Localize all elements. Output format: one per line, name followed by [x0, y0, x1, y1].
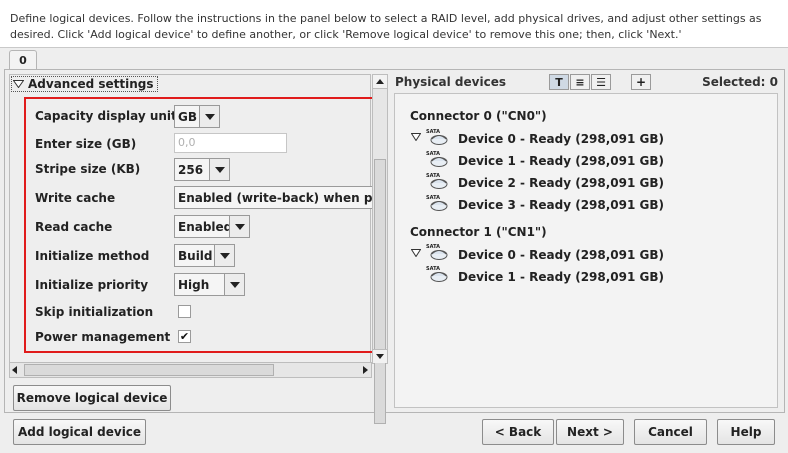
expand-triangle-icon[interactable] [411, 133, 421, 141]
sata-disk-icon: SATA [426, 265, 448, 283]
vertical-scroll-thumb[interactable] [374, 159, 386, 424]
svg-text:SATA: SATA [426, 173, 440, 179]
collapse-triangle-icon [13, 80, 24, 88]
add-logical-device-button[interactable]: Add logical device [13, 419, 146, 445]
connector-1-label: Connector 1 ("CN1") [410, 225, 547, 239]
scroll-right-arrow-icon[interactable] [363, 366, 368, 374]
next-button[interactable]: Next > [556, 419, 624, 445]
detail-view-icon[interactable]: ☰ [591, 74, 611, 90]
svg-text:SATA: SATA [426, 151, 440, 157]
tab-logical-device-0[interactable]: 0 [9, 50, 37, 70]
advanced-settings-label: Advanced settings [28, 77, 154, 91]
vertical-scrollbar[interactable] [372, 74, 388, 424]
selected-count: Selected: 0 [702, 75, 778, 89]
back-button[interactable]: < Back [482, 419, 554, 445]
chevron-down-icon[interactable] [214, 245, 234, 266]
svg-text:SATA: SATA [426, 266, 440, 272]
view-mode-buttons: T ≡ ☰ [549, 74, 611, 90]
initialize-priority-select[interactable]: High [174, 273, 245, 296]
device-cn0-1[interactable]: Device 1 - Ready (298,091 GB) [458, 154, 664, 168]
write-cache-select[interactable]: Enabled (write-back) when protect [174, 186, 372, 209]
power-management-checkbox[interactable]: ✔ [178, 330, 191, 343]
instructions-text: Define logical devices. Follow the instr… [0, 0, 788, 48]
read-cache-value: Enabled [178, 219, 229, 234]
capacity-units-value: GB [178, 109, 197, 124]
chevron-down-icon[interactable] [199, 106, 219, 127]
sata-disk-icon: SATA [426, 172, 448, 190]
physical-devices-title: Physical devices [395, 75, 506, 89]
scroll-down-arrow-icon[interactable] [373, 349, 387, 363]
connector-0-label: Connector 0 ("CN0") [410, 109, 547, 123]
write-cache-value: Enabled (write-back) when protect [178, 190, 372, 205]
svg-text:SATA: SATA [426, 244, 440, 250]
sata-disk-icon: SATA [426, 150, 448, 168]
add-icon[interactable]: + [631, 74, 651, 90]
list-view-icon[interactable]: ≡ [570, 74, 590, 90]
stripe-size-select[interactable]: 256 [174, 158, 230, 181]
skip-initialization-checkbox[interactable] [178, 305, 191, 318]
remove-logical-device-button[interactable]: Remove logical device [13, 385, 171, 411]
skip-initialization-label: Skip initialization [35, 305, 154, 319]
capacity-units-select[interactable]: GB [174, 105, 220, 128]
initialize-method-value: Build [178, 248, 213, 263]
device-cn0-3[interactable]: Device 3 - Ready (298,091 GB) [458, 198, 664, 212]
chevron-down-icon[interactable] [229, 216, 249, 237]
device-cn1-0[interactable]: Device 0 - Ready (298,091 GB) [458, 248, 664, 262]
device-cn0-2[interactable]: Device 2 - Ready (298,091 GB) [458, 176, 664, 190]
scroll-left-arrow-icon[interactable] [12, 366, 17, 374]
sata-disk-icon: SATA [426, 128, 448, 146]
expand-triangle-icon[interactable] [411, 249, 421, 257]
cancel-button[interactable]: Cancel [634, 419, 707, 445]
capacity-units-label: Capacity display units [35, 109, 184, 123]
disk-badge-text: SATA [426, 129, 440, 135]
text-view-icon[interactable]: T [549, 74, 569, 90]
read-cache-select[interactable]: Enabled [174, 215, 250, 238]
sata-disk-icon: SATA [426, 194, 448, 212]
initialize-method-label: Initialize method [35, 249, 150, 263]
help-button[interactable]: Help [717, 419, 775, 445]
read-cache-label: Read cache [35, 220, 113, 234]
write-cache-label: Write cache [35, 191, 116, 205]
enter-size-label: Enter size (GB) [35, 137, 137, 151]
power-management-label: Power management [35, 330, 171, 344]
initialize-method-select[interactable]: Build [174, 244, 235, 267]
horizontal-scrollbar[interactable] [9, 362, 372, 378]
device-cn1-1[interactable]: Device 1 - Ready (298,091 GB) [458, 270, 664, 284]
sata-disk-icon: SATA [426, 243, 448, 261]
scroll-up-arrow-icon[interactable] [373, 75, 387, 89]
chevron-down-icon[interactable] [224, 274, 244, 295]
stripe-size-value: 256 [178, 162, 204, 177]
svg-text:SATA: SATA [426, 195, 440, 201]
initialize-priority-label: Initialize priority [35, 278, 149, 292]
advanced-settings-toggle[interactable]: Advanced settings [11, 76, 158, 92]
initialize-priority-value: High [178, 277, 210, 292]
enter-size-input[interactable]: 0,0 [174, 133, 287, 153]
horizontal-scroll-thumb[interactable] [24, 364, 274, 376]
stripe-size-label: Stripe size (KB) [35, 162, 141, 176]
device-cn0-0[interactable]: Device 0 - Ready (298,091 GB) [458, 132, 664, 146]
chevron-down-icon[interactable] [209, 159, 229, 180]
